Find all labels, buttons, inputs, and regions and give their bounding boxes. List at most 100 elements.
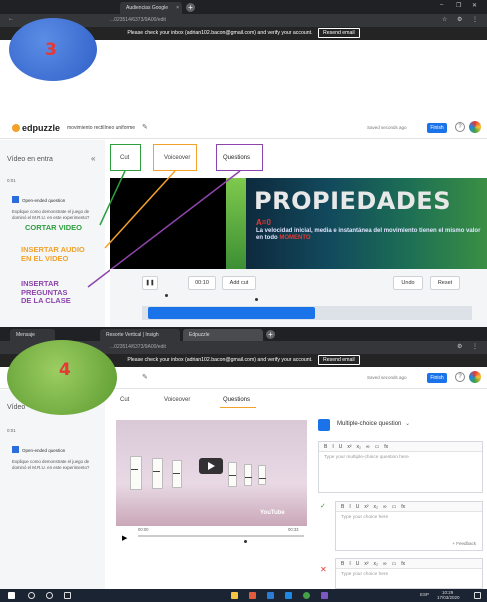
edge-icon[interactable] xyxy=(285,592,292,599)
tab-label: Mensaje xyxy=(16,332,35,338)
browser-tab-bar: Mensaje Resorte Vertical | Insigh Edpuzz… xyxy=(0,327,487,341)
browser-tab-bar: Audiencias Google × + – ❐ ✕ xyxy=(0,0,487,14)
correct-check-icon[interactable]: ✓ xyxy=(320,502,326,510)
progress-track[interactable] xyxy=(138,535,304,537)
word-icon[interactable] xyxy=(267,592,274,599)
file-explorer-icon[interactable] xyxy=(231,592,238,599)
avatar[interactable] xyxy=(469,371,481,383)
banner-text: Please check your inbox (adrian102.bacon… xyxy=(127,357,313,363)
logo-text: edpuzzle xyxy=(22,123,61,133)
question-input[interactable]: Type your multiple-choice question here xyxy=(319,452,482,463)
tab-cut[interactable]: Cut xyxy=(120,397,129,403)
lesson-title: movimiento rectilíneo uniforme xyxy=(67,125,136,131)
notifications-icon[interactable] xyxy=(474,592,481,599)
edpuzzle-logo[interactable]: edpuzzle xyxy=(12,123,60,133)
url-text[interactable]: ...023514/6373/9A00/edit xyxy=(110,17,166,23)
chrome-icon[interactable] xyxy=(303,592,310,599)
bold-button[interactable]: B xyxy=(324,444,327,450)
language-indicator[interactable]: ESP xyxy=(420,592,429,598)
label-insertar-audio: INSERTAR AUDIO EN EL VIDEO xyxy=(21,245,85,263)
resend-email-button[interactable]: Resend email xyxy=(317,355,360,365)
step-number: 3 xyxy=(45,40,57,60)
formula-button[interactable]: fx xyxy=(384,444,388,450)
kept-segment[interactable] xyxy=(148,307,315,319)
domino xyxy=(152,458,163,489)
add-cut-button[interactable]: Add cut xyxy=(222,276,256,290)
question-marker xyxy=(244,540,247,543)
undo-button[interactable]: Undo xyxy=(393,276,423,290)
play-button[interactable] xyxy=(199,458,223,474)
extension-icon[interactable]: ⚙ xyxy=(457,16,462,23)
avatar[interactable] xyxy=(469,121,481,133)
url-text[interactable]: ...023514/6373/9A00/edit xyxy=(110,344,166,350)
cortana-icon[interactable] xyxy=(46,592,53,599)
chevron-down-icon[interactable]: ⌄ xyxy=(405,420,410,427)
underline-button[interactable]: U xyxy=(339,444,343,450)
domino xyxy=(258,465,266,485)
new-tab-button[interactable]: + xyxy=(186,3,195,12)
resend-email-button[interactable]: Resend email xyxy=(317,28,360,38)
back-icon[interactable]: ← xyxy=(8,16,14,22)
task-view-icon[interactable] xyxy=(64,592,71,599)
app-header: edpuzzle movimiento rectilíneo uniforme … xyxy=(0,117,487,139)
image-button[interactable]: ▭ xyxy=(375,444,380,450)
menu-icon[interactable]: ⋮ xyxy=(472,16,478,23)
cut-pointer-line xyxy=(99,170,126,226)
saved-status: Saved seconds ago xyxy=(367,375,407,380)
format-toolbar: B I Ux² x₂ ∞ ▭ fx xyxy=(319,442,482,452)
taskbar: ESP 10:29 17/03/2020 xyxy=(0,589,487,602)
question-text: Explique como demonstrate el juego de do… xyxy=(12,459,90,470)
choice-input[interactable]: Type your choice here xyxy=(336,569,482,580)
extension-icon[interactable]: ⚙ xyxy=(457,343,462,350)
tab-voiceover[interactable]: Voiceover xyxy=(164,397,190,403)
label-insertar-preguntas: INSERTAR PREGUNTAS DE LA CLASE xyxy=(21,279,71,305)
edit-icon[interactable]: ✎ xyxy=(142,123,148,131)
finish-button[interactable]: Finish xyxy=(427,123,447,133)
superscript-button[interactable]: x² xyxy=(347,444,351,450)
menu-icon[interactable]: ⋮ xyxy=(472,343,478,350)
close-icon[interactable]: × xyxy=(176,2,179,14)
video-controls: ▶ 00:00 00:33 xyxy=(116,526,307,550)
active-tab-underline xyxy=(220,407,256,408)
tab-label: Resorte Vertical | Insigh xyxy=(106,332,159,338)
close-window-icon[interactable]: ✕ xyxy=(472,2,477,9)
choice-input[interactable]: Type your choice here xyxy=(336,512,482,523)
feedback-link[interactable]: + Feedback xyxy=(452,541,476,546)
question-card[interactable]: Open-ended question Explique como demons… xyxy=(12,439,100,471)
question-editor[interactable]: B I Ux² x₂ ∞ ▭ fx Type your multiple-choice qu… xyxy=(318,441,483,493)
minimize-icon[interactable]: – xyxy=(440,2,443,8)
browser-tab-active[interactable]: Edpuzzle xyxy=(183,329,263,341)
reset-button[interactable]: Reset xyxy=(430,276,460,290)
browser-tab[interactable]: Resorte Vertical | Insigh xyxy=(100,329,180,341)
maximize-icon[interactable]: ❐ xyxy=(456,2,461,9)
question-type-select[interactable]: Multiple-choice question xyxy=(337,421,401,427)
banner-text: Please check your inbox (adrian102.bacon… xyxy=(127,30,313,36)
time-field[interactable]: 00:10 xyxy=(188,276,216,290)
cut-timeline[interactable] xyxy=(142,306,472,320)
playhead-marker xyxy=(165,294,168,297)
step-number: 4 xyxy=(59,360,71,380)
help-icon[interactable]: ? xyxy=(455,122,465,132)
link-button[interactable]: ∞ xyxy=(366,444,370,450)
new-tab-button[interactable]: + xyxy=(266,330,275,339)
question-type-icon xyxy=(12,446,19,453)
start-icon[interactable] xyxy=(8,592,15,599)
incorrect-x-icon[interactable]: ✕ xyxy=(320,565,327,574)
pause-button[interactable]: ❚❚ xyxy=(142,276,158,290)
help-icon[interactable]: ? xyxy=(455,372,465,382)
browser-tab[interactable]: Mensaje xyxy=(10,329,55,341)
search-icon[interactable] xyxy=(28,592,35,599)
choice-editor-2[interactable]: B I Ux² x₂ ∞ ▭ fx Type your choice here xyxy=(335,558,483,589)
choice-editor-1[interactable]: B I Ux² x₂ ∞ ▭ fx Type your choice here + Feed… xyxy=(335,501,483,551)
play-icon[interactable]: ▶ xyxy=(122,534,127,542)
italic-button[interactable]: I xyxy=(332,444,333,450)
store-icon[interactable] xyxy=(249,592,256,599)
edit-icon[interactable]: ✎ xyxy=(142,373,148,381)
subscript-button[interactable]: x₂ xyxy=(357,444,361,450)
finish-button[interactable]: Finish xyxy=(427,373,447,383)
tab-questions[interactable]: Questions xyxy=(223,397,250,403)
app-icon[interactable] xyxy=(321,592,328,599)
video-player[interactable]: YouTube xyxy=(116,420,307,526)
star-icon[interactable]: ☆ xyxy=(442,16,447,23)
browser-tab[interactable]: Audiencias Google × xyxy=(120,2,182,14)
